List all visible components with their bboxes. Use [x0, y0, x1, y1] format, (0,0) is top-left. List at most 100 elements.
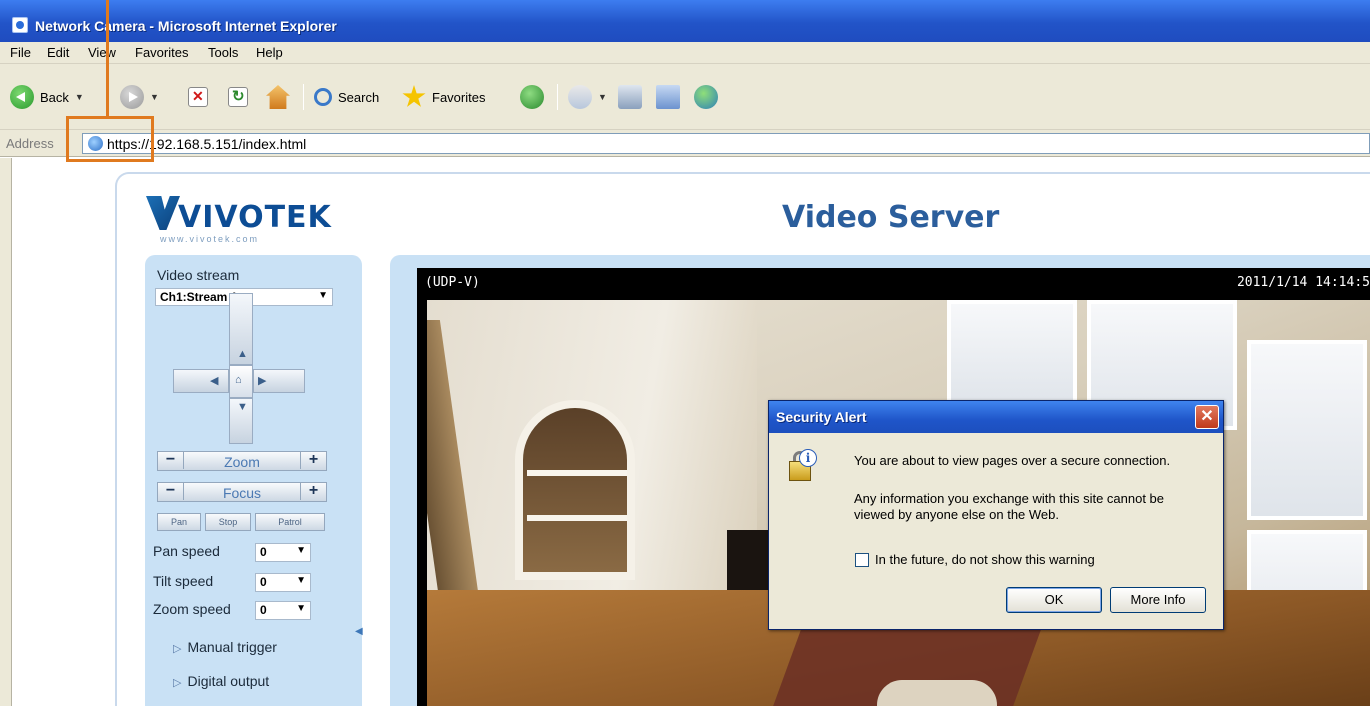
focus-far-button[interactable]: + [300, 482, 326, 500]
zoom-out-button[interactable]: − [158, 451, 184, 469]
dialog-message-line2a: Any information you exchange with this s… [854, 491, 1165, 506]
favorites-star-icon [402, 85, 426, 107]
pan-left-button[interactable]: ◀ [173, 369, 229, 393]
close-icon[interactable]: ✕ [1195, 405, 1219, 429]
pan-right-button[interactable]: ▶ [253, 369, 305, 393]
zoom-in-button[interactable]: + [300, 451, 326, 469]
chevron-down-icon: ▼ [318, 290, 328, 301]
menu-help[interactable]: Help [256, 45, 283, 60]
favorites-button[interactable]: Favorites [402, 82, 485, 112]
dialog-message-line1: You are about to view pages over a secur… [854, 453, 1171, 468]
address-input[interactable]: https://192.168.5.151/index.html [82, 133, 1370, 154]
menu-tools[interactable]: Tools [208, 45, 238, 60]
stop-button[interactable]: Stop [205, 513, 251, 531]
edit-button[interactable] [656, 82, 680, 112]
history-icon [520, 85, 544, 109]
manual-trigger-link[interactable]: ▷ Manual trigger [173, 639, 277, 655]
menu-file[interactable]: File [10, 45, 31, 60]
mail-button[interactable]: ▼ [568, 82, 607, 112]
toolbar-separator [303, 84, 304, 110]
search-label: Search [338, 89, 380, 105]
tilt-up-button[interactable]: ▲ [229, 293, 253, 365]
refresh-button[interactable] [228, 82, 248, 112]
menu-edit[interactable]: Edit [47, 45, 69, 60]
window-titlebar: Network Camera - Microsoft Internet Expl… [0, 0, 1370, 42]
back-button[interactable]: Back ▼ [10, 82, 84, 112]
menu-favorites[interactable]: Favorites [135, 45, 188, 60]
video-timestamp: 2011/1/14 14:14:5 [1236, 275, 1370, 290]
messenger-button[interactable] [694, 82, 718, 112]
forward-button[interactable]: ▼ [120, 82, 159, 112]
home-icon: ⌂ [235, 374, 242, 386]
logo-subtext: www.vivotek.com [160, 234, 260, 244]
video-stream-label: Video stream [157, 267, 240, 283]
zoom-control: − Zoom + [157, 451, 327, 471]
back-label: Back [40, 89, 69, 105]
edit-page-icon [656, 85, 680, 109]
scene-window [947, 300, 1077, 410]
logo-text: VIVOTEK [178, 200, 332, 235]
zoom-speed-select[interactable]: 0 ▼ [255, 601, 311, 620]
focus-near-button[interactable]: − [158, 482, 184, 500]
ptz-home-button[interactable]: ⌂ [229, 365, 253, 398]
refresh-icon [228, 87, 248, 107]
more-info-button[interactable]: More Info [1110, 587, 1206, 613]
control-panel: Video stream Ch1:Stream 1 ▼ ▲ ◀ ⌂ ▶ ▼ − … [145, 255, 362, 706]
dont-show-label[interactable]: In the future, do not show this warning [875, 552, 1095, 567]
window-title: Network Camera - Microsoft Internet Expl… [35, 18, 337, 34]
arrow-up-icon: ▲ [237, 348, 248, 360]
patrol-button[interactable]: Patrol [255, 513, 325, 531]
mail-dropdown-icon[interactable]: ▼ [598, 92, 607, 102]
forward-arrow-icon [120, 85, 144, 109]
home-icon [266, 85, 290, 109]
zoom-label: Zoom [224, 454, 260, 470]
video-stream-value: Ch1:Stream 1 [160, 290, 238, 304]
search-icon [314, 88, 332, 106]
pan-speed-label: Pan speed [153, 543, 220, 559]
callout-line [106, 0, 109, 117]
back-dropdown-icon[interactable]: ▼ [75, 92, 84, 102]
manual-trigger-label: Manual trigger [187, 639, 277, 655]
caret-right-icon: ▷ [173, 677, 182, 689]
forward-dropdown-icon[interactable]: ▼ [150, 92, 159, 102]
pan-button[interactable]: Pan [157, 513, 201, 531]
history-button[interactable] [520, 82, 544, 112]
stop-button[interactable] [188, 82, 208, 112]
arrow-down-icon: ▼ [237, 401, 248, 413]
collapse-panel-icon[interactable]: ◀ [355, 626, 363, 637]
arrow-right-icon: ▶ [258, 375, 267, 387]
focus-control: − Focus + [157, 482, 327, 502]
digital-output-label: Digital output [187, 673, 270, 689]
lock-info-icon: i [787, 449, 817, 483]
ie-toolbar: Back ▼ ▼ Search Favorites ▼ [0, 64, 1370, 130]
stop-icon [188, 87, 208, 107]
digital-output-link[interactable]: ▷ Digital output [173, 673, 269, 689]
menu-view[interactable]: View [88, 45, 116, 60]
dialog-title: Security Alert [776, 409, 867, 425]
video-protocol: (UDP-V) [425, 275, 480, 290]
chevron-down-icon: ▼ [296, 575, 306, 586]
tilt-speed-value: 0 [260, 575, 267, 589]
ok-button[interactable]: OK [1006, 587, 1102, 613]
viewport-left-gutter [0, 158, 12, 706]
dialog-titlebar[interactable]: Security Alert ✕ [769, 401, 1223, 433]
scene-shelf [527, 470, 627, 476]
page-title: Video Server [782, 200, 1000, 235]
toolbar-separator [557, 84, 558, 110]
favorites-label: Favorites [432, 89, 486, 105]
dialog-message-line2b: viewed by anyone else on the Web. [854, 507, 1060, 522]
scene-arched-shelf [515, 400, 635, 580]
search-button[interactable]: Search [314, 82, 379, 112]
pan-speed-select[interactable]: 0 ▼ [255, 543, 311, 562]
print-button[interactable] [618, 82, 642, 112]
scene-chair [877, 680, 997, 706]
tilt-speed-select[interactable]: 0 ▼ [255, 573, 311, 592]
chevron-down-icon: ▼ [296, 545, 306, 556]
tilt-down-button[interactable]: ▼ [229, 398, 253, 444]
info-icon: i [799, 449, 817, 467]
pan-speed-value: 0 [260, 545, 267, 559]
address-bar: Address https://192.168.5.151/index.html [0, 130, 1370, 157]
home-button[interactable] [266, 82, 290, 112]
dont-show-checkbox[interactable] [855, 553, 869, 567]
focus-label: Focus [222, 485, 262, 501]
